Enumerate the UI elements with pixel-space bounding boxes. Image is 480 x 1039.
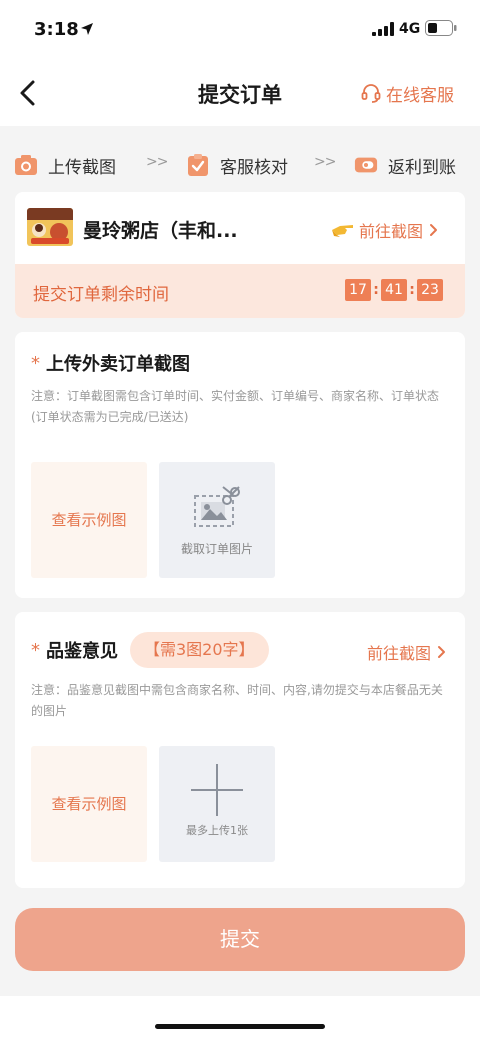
step-upload: 上传截图 [14, 152, 116, 178]
coin-ticket-icon [354, 157, 378, 173]
upload-order-card: * 上传外卖订单截图 注意：订单截图需包含订单时间、实付金额、订单编号、商家名称… [15, 332, 465, 598]
pointing-hand-icon [332, 225, 353, 237]
chevron-right-icon [430, 224, 438, 236]
view-example-button[interactable]: 查看示例图 [31, 462, 147, 578]
goto-screenshot-button[interactable]: 前往截图 [331, 218, 439, 242]
signal-icon [372, 22, 394, 36]
section-title: * 上传外卖订单截图 [31, 350, 190, 376]
review-goto-screenshot-button[interactable]: 前往截图 [367, 640, 447, 664]
review-note: 注意：品鉴意见截图中需包含商家名称、时间、内容,请勿提交与本店餐品无关的图片 [31, 683, 443, 718]
shop-card: 曼玲粥店（丰和... 前往截图 提交订单剩余时间 17 : 41 : 23 [15, 192, 465, 318]
nav-bar: 提交订单 在线客服 [0, 60, 480, 126]
status-bar: 3:18 4G [0, 0, 480, 60]
location-arrow-icon [81, 23, 93, 35]
camera-icon [15, 155, 37, 175]
countdown-timer: 17 : 41 : 23 [345, 279, 443, 301]
upload-order-image-button[interactable]: 截取订单图片 [159, 462, 275, 578]
shop-logo [27, 208, 73, 246]
upload-note: 注意：订单截图需包含订单时间、实付金额、订单编号、商家名称、订单状态(订单状态需… [31, 389, 440, 424]
crop-image-icon [194, 486, 240, 527]
upload-review-image-button[interactable]: 最多上传1张 [159, 746, 275, 862]
section-title-text: 上传外卖订单截图 [46, 354, 190, 375]
headset-icon [361, 84, 381, 103]
step-verify: 客服核对 [186, 152, 288, 178]
required-mark: * [31, 352, 40, 374]
battery-icon [425, 20, 457, 36]
goto-screenshot-label: 前往截图 [367, 644, 432, 663]
step-label: 返利到账 [388, 157, 456, 178]
shop-name: 曼玲粥店（丰和... [83, 220, 238, 242]
plus-icon [191, 764, 243, 816]
shop-row: 曼玲粥店（丰和... 前往截图 [15, 192, 465, 264]
timer-minutes: 41 [381, 279, 407, 301]
progress-steps: 上传截图 >> 客服核对 >> 返利到账 [0, 140, 480, 190]
step-rebate: 返利到账 [354, 152, 456, 178]
timer-seconds: 23 [417, 279, 443, 301]
home-area [0, 996, 480, 1039]
step-separator: >> [146, 154, 168, 170]
online-service-button[interactable]: 在线客服 [360, 81, 454, 106]
network-label: 4G [399, 21, 421, 37]
clipboard-check-icon [188, 154, 208, 176]
view-example-button[interactable]: 查看示例图 [31, 746, 147, 862]
submit-button[interactable]: 提交 [15, 908, 465, 971]
step-label: 客服核对 [220, 157, 288, 178]
chevron-right-icon [438, 646, 446, 658]
online-service-label: 在线客服 [386, 85, 454, 106]
step-separator: >> [314, 154, 336, 170]
status-time: 3:18 [34, 19, 79, 40]
home-indicator[interactable] [155, 1024, 325, 1029]
step-label: 上传截图 [48, 157, 116, 178]
goto-screenshot-label: 前往截图 [359, 222, 424, 241]
countdown-row: 提交订单剩余时间 17 : 41 : 23 [15, 264, 465, 318]
requirement-badge: 【需3图20字】 [130, 632, 269, 668]
review-card: * 品鉴意见 【需3图20字】 前往截图 注意：品鉴意见截图中需包含商家名称、时… [15, 612, 465, 888]
timer-colon: : [373, 282, 379, 298]
upload-caption: 最多上传1张 [186, 824, 248, 837]
countdown-label: 提交订单剩余时间 [33, 285, 169, 305]
timer-colon: : [409, 282, 415, 298]
upload-caption: 截取订单图片 [180, 542, 253, 556]
timer-hours: 17 [345, 279, 371, 301]
section-title-text: 品鉴意见 [46, 641, 118, 662]
section-title: * 品鉴意见 【需3图20字】 [31, 632, 269, 668]
required-mark: * [31, 639, 40, 661]
